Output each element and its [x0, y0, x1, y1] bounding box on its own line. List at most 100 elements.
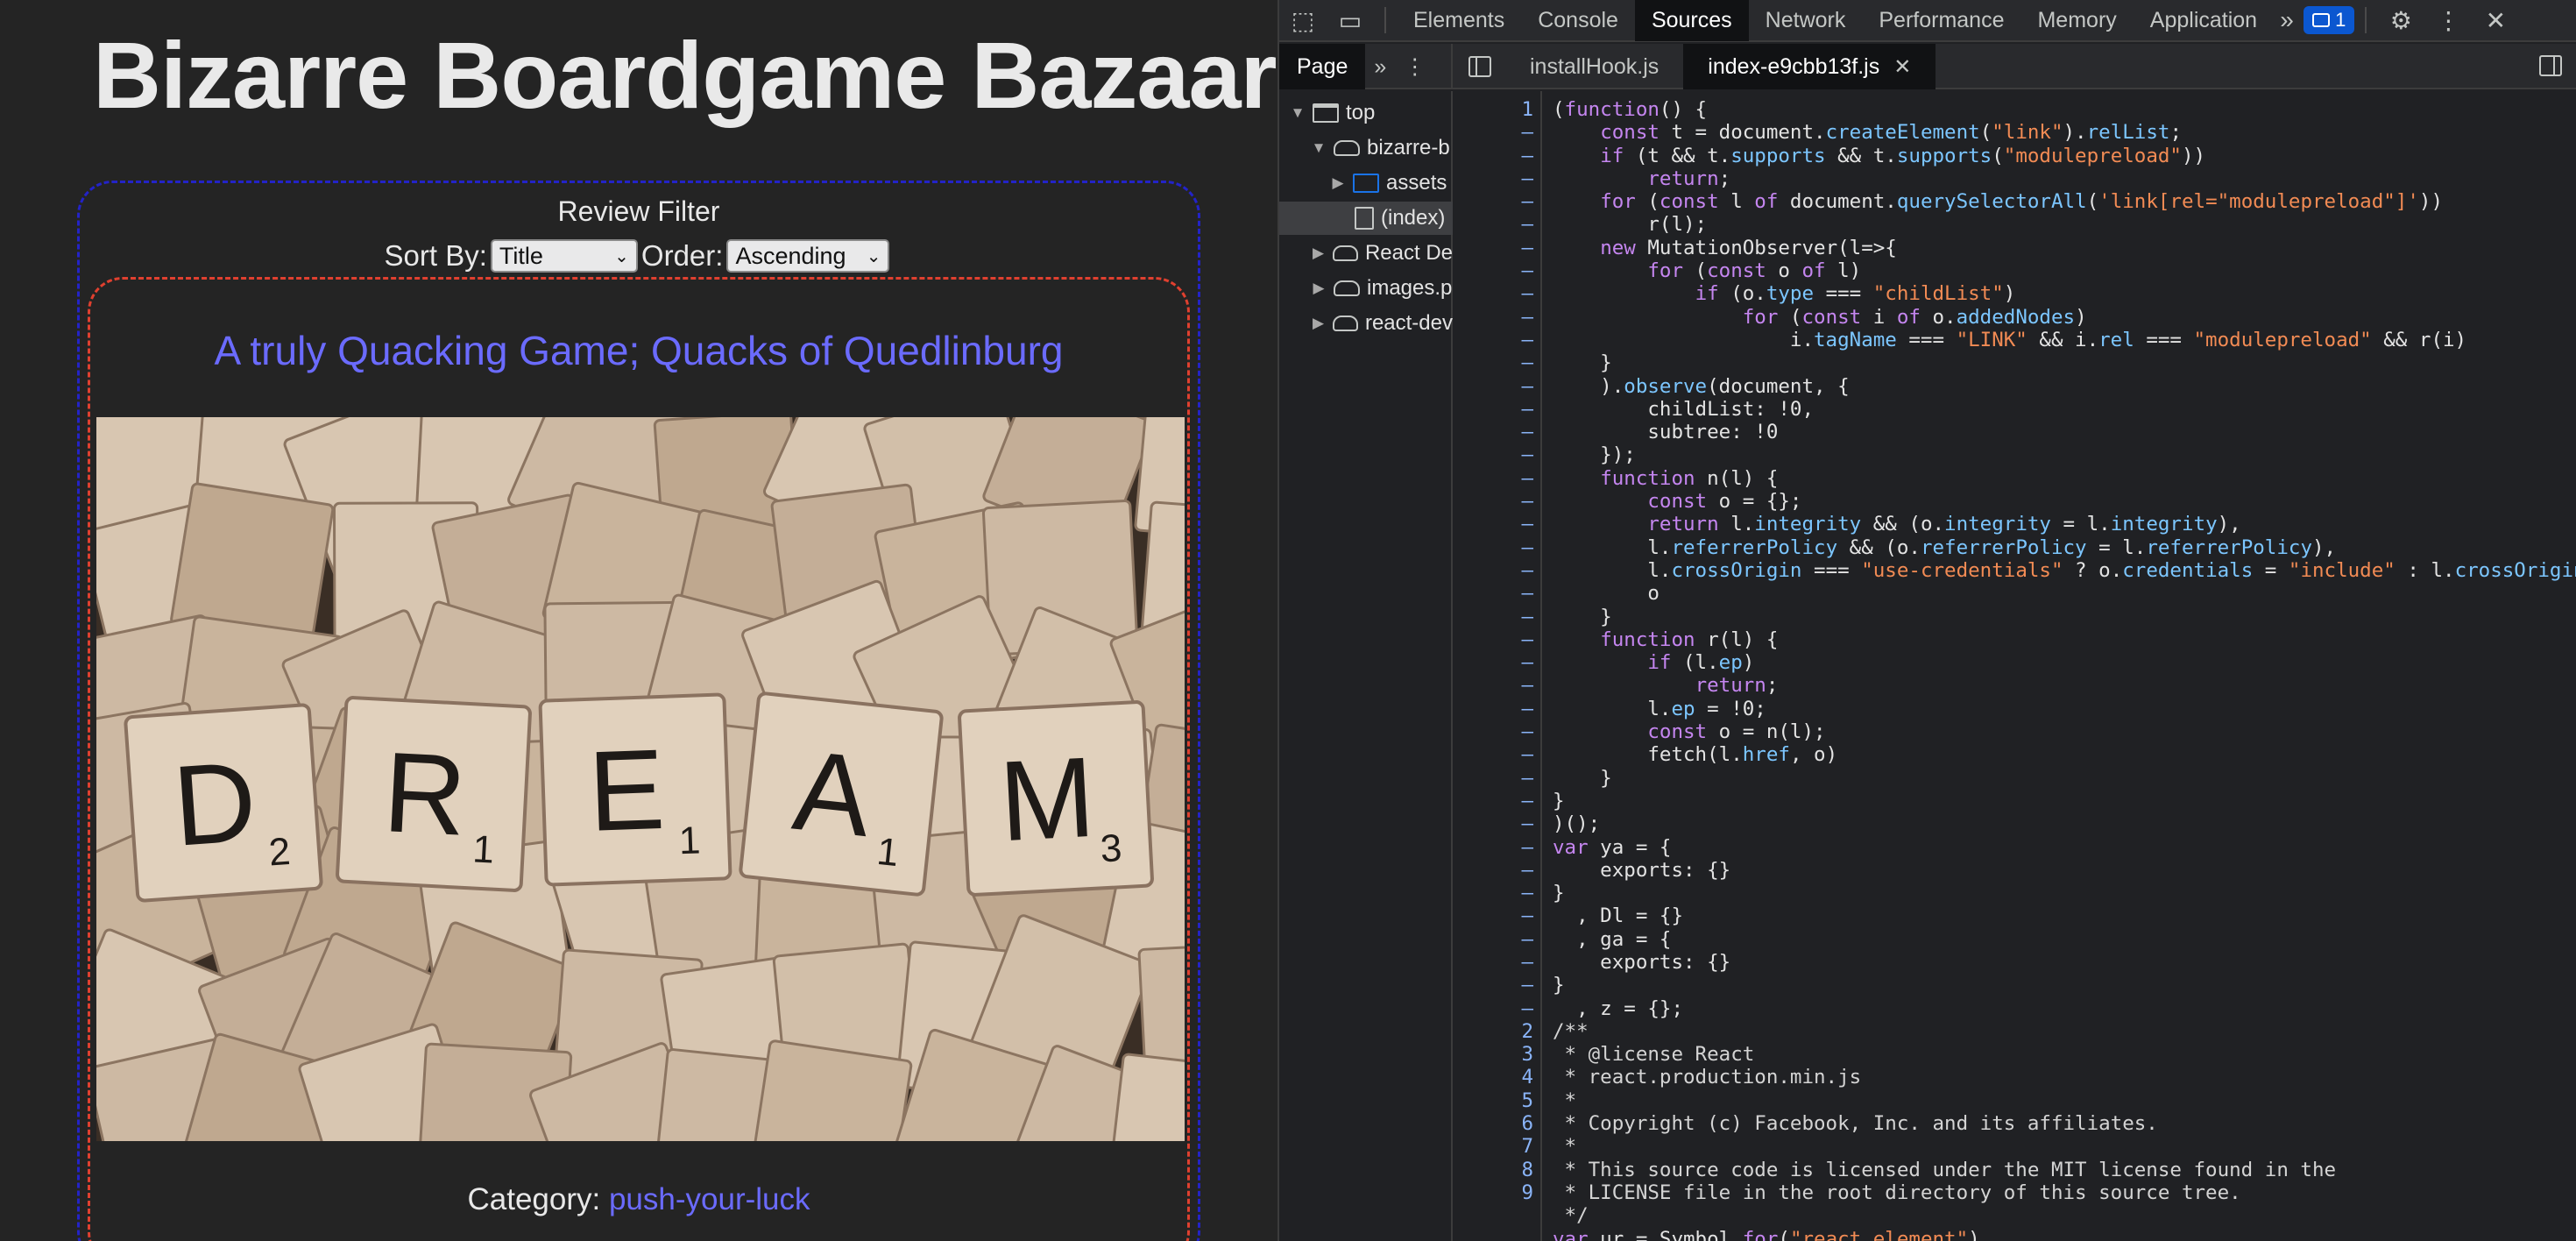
code-editor[interactable]: 1– – – – – – – – – – – – – – – – – – – – – – – – – – – – – – – – – – – – – – –…	[1454, 91, 2576, 1241]
tree-item-images[interactable]: ▶ images.p	[1279, 272, 1453, 305]
device-toolbar-icon[interactable]: ▭	[1327, 0, 1374, 41]
tree-item-react-dev[interactable]: ▶ react-dev	[1279, 307, 1453, 340]
line-number[interactable]: –	[1454, 928, 1533, 951]
line-number[interactable]: –	[1454, 606, 1533, 628]
file-tab-installhook[interactable]: installHook.js	[1505, 44, 1683, 89]
navigator-menu-icon[interactable]: ⋮	[1395, 53, 1434, 80]
line-number[interactable]: 4	[1454, 1066, 1533, 1089]
line-number[interactable]: –	[1454, 443, 1533, 466]
line-number[interactable]: –	[1454, 306, 1533, 329]
line-number[interactable]: –	[1454, 490, 1533, 513]
line-number[interactable]: –	[1454, 720, 1533, 743]
line-number[interactable]: 8	[1454, 1159, 1533, 1181]
toggle-navigator-icon[interactable]	[1454, 44, 1505, 89]
sort-by-select[interactable]: Title ⌄	[490, 239, 638, 273]
tab-performance[interactable]: Performance	[1862, 0, 2020, 41]
line-number[interactable]: 7	[1454, 1135, 1533, 1158]
line-number[interactable]: –	[1454, 121, 1533, 144]
line-number[interactable]: –	[1454, 398, 1533, 421]
tree-item-top[interactable]: ▼ top	[1279, 96, 1453, 130]
line-number[interactable]: 9	[1454, 1181, 1533, 1204]
tree-item-react-devtools[interactable]: ▶ React De	[1279, 237, 1453, 270]
toggle-debugger-icon[interactable]	[2539, 55, 2562, 82]
line-number[interactable]: –	[1454, 190, 1533, 213]
line-number[interactable]: –	[1454, 882, 1533, 904]
line-number[interactable]: –	[1454, 974, 1533, 996]
line-number[interactable]: –	[1454, 259, 1533, 282]
close-icon[interactable]: ✕	[2472, 0, 2519, 41]
line-number[interactable]: –	[1454, 421, 1533, 443]
code-line: *	[1553, 1089, 1577, 1112]
tab-network[interactable]: Network	[1749, 0, 1863, 41]
inspect-element-icon[interactable]: ⬚	[1279, 0, 1327, 41]
line-number[interactable]: –	[1454, 904, 1533, 927]
line-number[interactable]: –	[1454, 790, 1533, 812]
tab-sources[interactable]: Sources	[1634, 0, 1749, 41]
line-number[interactable]: –	[1454, 145, 1533, 167]
navigator-tab-page[interactable]: Page	[1279, 44, 1366, 89]
tab-application[interactable]: Application	[2134, 0, 2274, 41]
tree-item-bizarre[interactable]: ▼ bizarre-b	[1279, 131, 1453, 165]
code-line: exports: {}	[1553, 858, 1731, 882]
tree-item-label: assets	[1386, 171, 1447, 195]
line-number[interactable]: 3	[1454, 1043, 1533, 1066]
line-number[interactable]: –	[1454, 329, 1533, 351]
line-number[interactable]: –	[1454, 375, 1533, 398]
issues-count: 1	[2335, 9, 2346, 31]
code-line: exports: {}	[1553, 950, 1731, 974]
line-number[interactable]: –	[1454, 951, 1533, 974]
line-number[interactable]: –	[1454, 997, 1533, 1020]
line-number[interactable]: –	[1454, 559, 1533, 582]
line-number[interactable]: –	[1454, 213, 1533, 236]
line-number[interactable]: –	[1454, 467, 1533, 490]
sources-subbar: Page » ⋮ installHook.js index-e9cbb13f.j…	[1279, 44, 2576, 89]
line-number[interactable]: –	[1454, 237, 1533, 259]
order-select[interactable]: Ascending ⌄	[726, 239, 890, 273]
line-number[interactable]: 2	[1454, 1020, 1533, 1043]
category-link[interactable]: push-your-luck	[609, 1182, 810, 1216]
line-number[interactable]: –	[1454, 674, 1533, 697]
more-navigator-tabs-icon[interactable]: »	[1365, 54, 1395, 80]
code-line: l.referrerPolicy && (o.referrerPolicy = …	[1553, 535, 2337, 559]
line-number[interactable]: –	[1454, 513, 1533, 535]
line-number[interactable]: –	[1454, 743, 1533, 766]
review-title-link[interactable]: A truly Quacking Game; Quacks of Quedlin…	[90, 327, 1187, 374]
line-number[interactable]: –	[1454, 582, 1533, 605]
line-number[interactable]: –	[1454, 698, 1533, 720]
tab-console[interactable]: Console	[1521, 0, 1635, 41]
line-number[interactable]: –	[1454, 836, 1533, 859]
line-number[interactable]: –	[1454, 767, 1533, 790]
line-number[interactable]: –	[1454, 536, 1533, 559]
code-line: )();	[1553, 812, 1601, 836]
line-number[interactable]: –	[1454, 167, 1533, 190]
code-line: (function() {	[1553, 98, 1708, 121]
more-tabs-icon[interactable]: »	[2274, 0, 2300, 41]
line-number[interactable]: –	[1454, 859, 1533, 882]
file-tab-index[interactable]: index-e9cbb13f.js ✕	[1683, 44, 1936, 89]
line-number[interactable]: –	[1454, 812, 1533, 835]
line-number[interactable]: 1	[1454, 98, 1533, 121]
code-line: const t = document.createElement("link")…	[1600, 121, 2182, 145]
tab-memory[interactable]: Memory	[2020, 0, 2133, 41]
line-number[interactable]: –	[1454, 351, 1533, 374]
line-number[interactable]: 6	[1454, 1112, 1533, 1135]
page-title: Bizarre Boardgame Bazaar	[93, 22, 1277, 128]
tile-score: 2	[267, 830, 292, 875]
kebab-menu-icon[interactable]: ⋮	[2424, 0, 2472, 41]
line-number[interactable]: –	[1454, 651, 1533, 674]
code-line: }	[1553, 974, 1565, 997]
code-line: return l.integrity && (o.integrity = l.i…	[1647, 513, 2241, 536]
issues-badge[interactable]: 1	[2304, 6, 2355, 34]
tree-item-index[interactable]: (index)	[1279, 202, 1453, 235]
gear-icon[interactable]: ⚙	[2377, 0, 2424, 41]
line-number[interactable]: –	[1454, 282, 1533, 305]
navigator-tabs: Page » ⋮	[1279, 44, 1453, 89]
line-number[interactable]: –	[1454, 628, 1533, 651]
cloud-icon	[1334, 280, 1360, 296]
line-number[interactable]: 5	[1454, 1089, 1533, 1112]
tree-item-assets[interactable]: ▶ assets	[1279, 167, 1453, 200]
tab-elements[interactable]: Elements	[1397, 0, 1521, 41]
window-icon	[1313, 103, 1339, 123]
code-line: }	[1553, 882, 1565, 905]
close-tab-icon[interactable]: ✕	[1893, 54, 1911, 80]
